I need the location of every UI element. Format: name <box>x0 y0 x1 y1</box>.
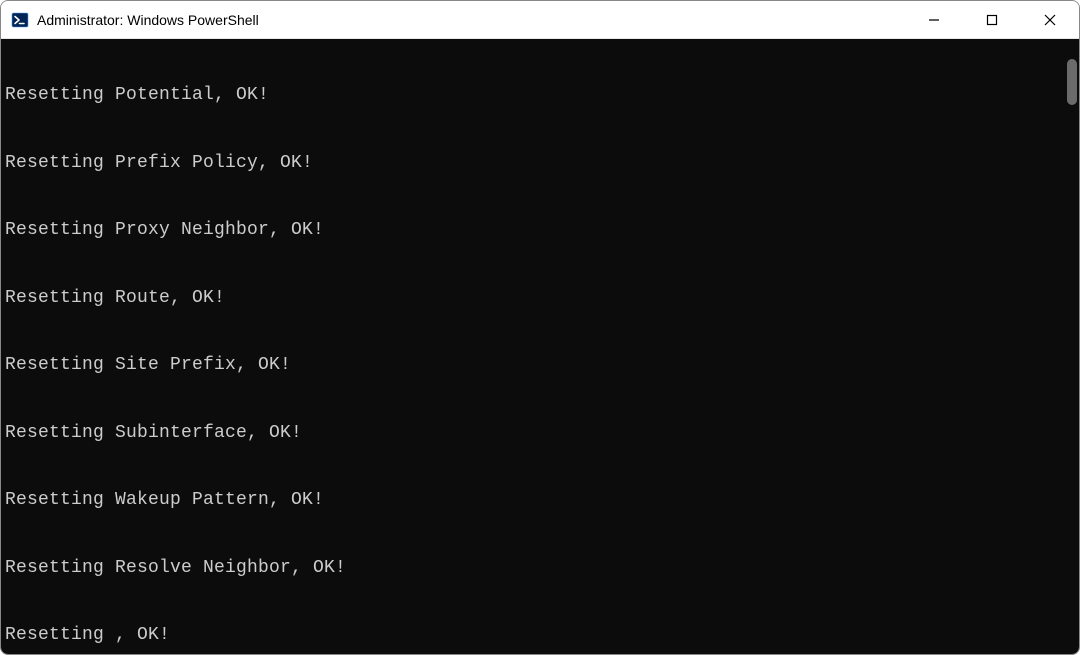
output-line: Resetting Potential, OK! <box>5 84 1079 107</box>
maximize-button[interactable] <box>963 1 1021 38</box>
scrollbar-thumb[interactable] <box>1067 59 1077 105</box>
minimize-button[interactable] <box>905 1 963 38</box>
output-line: Resetting Subinterface, OK! <box>5 422 1079 445</box>
terminal[interactable]: Resetting Potential, OK! Resetting Prefi… <box>1 39 1079 654</box>
output-line: Resetting , OK! <box>5 624 1079 647</box>
powershell-icon <box>11 11 29 29</box>
output-line: Resetting Prefix Policy, OK! <box>5 152 1079 175</box>
close-button[interactable] <box>1021 1 1079 38</box>
terminal-output: Resetting Potential, OK! Resetting Prefi… <box>1 39 1079 654</box>
maximize-icon <box>986 14 998 26</box>
titlebar[interactable]: Administrator: Windows PowerShell <box>1 1 1079 39</box>
minimize-icon <box>928 14 940 26</box>
window-controls <box>905 1 1079 38</box>
powershell-window: Administrator: Windows PowerShell <box>0 0 1080 655</box>
close-icon <box>1044 14 1056 26</box>
output-line: Resetting Resolve Neighbor, OK! <box>5 557 1079 580</box>
output-line: Resetting Wakeup Pattern, OK! <box>5 489 1079 512</box>
output-line: Resetting Site Prefix, OK! <box>5 354 1079 377</box>
titlebar-left: Administrator: Windows PowerShell <box>1 11 259 29</box>
output-line: Resetting Proxy Neighbor, OK! <box>5 219 1079 242</box>
window-title: Administrator: Windows PowerShell <box>37 12 259 28</box>
output-line: Resetting Route, OK! <box>5 287 1079 310</box>
scrollbar[interactable] <box>1065 41 1077 652</box>
